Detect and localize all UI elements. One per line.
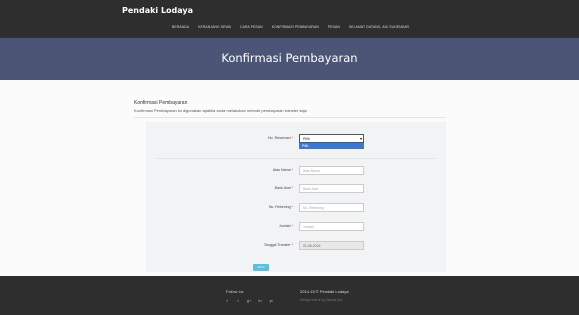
tanggal-label: Tanggal Transfer *	[263, 243, 293, 247]
footer: Follow Us f t g+ in yt 2014-15 © Pendaki…	[0, 276, 579, 315]
youtube-icon[interactable]: yt	[268, 298, 274, 303]
section-title: Konfirmasi Pembayaran	[134, 100, 188, 106]
bank-asal-input[interactable]: Bank Asal	[299, 184, 364, 193]
nav-item-keranjang[interactable]: KERANJANG SEWA	[198, 25, 231, 29]
section-description: Konfirmasi Pembayaran ini digunakan apab…	[134, 108, 307, 113]
atas-nama-input[interactable]: Atas Nama	[299, 166, 364, 175]
jumlah-label: Jumlah *	[279, 224, 293, 228]
follow-us-label: Follow Us	[226, 289, 244, 294]
main-nav: BERANDA KERANJANG SEWA CARA PESAN KONFIR…	[172, 25, 409, 29]
brand-logo[interactable]: Pendaki Lodaya	[122, 6, 193, 15]
main-content: Konfirmasi Pembayaran Konfirmasi Pembaya…	[0, 80, 579, 276]
nav-item-konfirmasi[interactable]: KONFIRMASI PEMBAYARAN	[272, 25, 319, 29]
form-divider	[156, 158, 436, 159]
nav-item-cara-pesan[interactable]: CARA PESAN	[240, 25, 263, 29]
reservasi-select[interactable]: Pilih ▾	[299, 134, 364, 143]
facebook-icon[interactable]: f	[224, 298, 230, 303]
nav-item-beranda[interactable]: BERANDA	[172, 25, 189, 29]
confirmation-form: No. Reservasi * Pilih ▾ Pilih Atas Nama …	[146, 122, 446, 272]
chevron-down-icon: ▾	[359, 136, 362, 141]
linkedin-icon[interactable]: in	[257, 298, 263, 303]
page-hero: Konfirmasi Pembayaran	[0, 38, 579, 80]
submit-button[interactable]: Kirim	[253, 264, 269, 271]
jumlah-input[interactable]: Jumlah	[299, 222, 364, 231]
copyright: 2014-15 © Pendaki Lodaya	[300, 289, 349, 294]
nav-item-user[interactable]: SELAMAT DATANG, ADI SUHENDAR	[349, 25, 409, 29]
nav-item-pesan[interactable]: PESAN	[328, 25, 340, 29]
section-divider	[134, 117, 446, 118]
social-links: f t g+ in yt	[224, 298, 274, 303]
atas-nama-label: Atas Nama *	[272, 168, 293, 172]
rekening-input[interactable]: No. Rekening	[299, 203, 364, 212]
rekening-label: No. Rekening *	[268, 205, 293, 209]
top-navbar: Pendaki Lodaya BERANDA KERANJANG SEWA CA…	[0, 0, 579, 38]
tanggal-input: 01-06-2015	[299, 241, 364, 250]
twitter-icon[interactable]: t	[235, 298, 241, 303]
bank-asal-label: Bank Asal *	[274, 186, 293, 190]
reservasi-label: No. Reservasi *	[268, 136, 293, 140]
made-with-text: Design with ♥ by Daniye Ark	[300, 298, 343, 302]
reservasi-option-pilih[interactable]: Pilih	[299, 143, 364, 149]
google-plus-icon[interactable]: g+	[246, 298, 252, 303]
page-title: Konfirmasi Pembayaran	[221, 51, 358, 65]
